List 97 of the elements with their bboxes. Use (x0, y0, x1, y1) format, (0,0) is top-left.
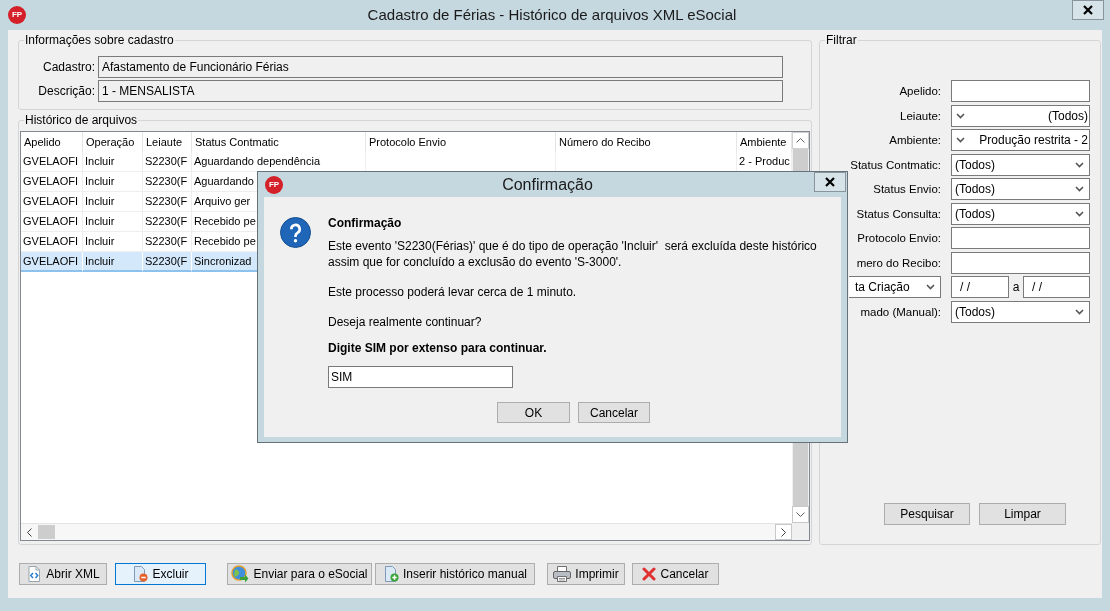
dialog-title: Confirmação (502, 174, 593, 195)
table-cell: Incluir (83, 192, 143, 212)
scrollbar-corner (792, 523, 809, 540)
chevron-down-icon (956, 137, 965, 143)
cancel-button[interactable]: Cancelar (632, 563, 719, 585)
search-button[interactable]: Pesquisar (884, 503, 970, 525)
cancel-button[interactable]: Cancelar (578, 402, 650, 423)
printer-icon (553, 566, 572, 582)
field-label: Leiaute: (900, 108, 941, 124)
close-button[interactable] (1072, 0, 1104, 20)
table-cell: S2230(F (143, 252, 192, 272)
chevron-down-icon (956, 112, 965, 119)
dropdown[interactable]: (Todos) (951, 300, 1090, 323)
table-cell: GVELAOFI (21, 152, 83, 172)
text-field[interactable]: Afastamento de Funcionário Férias (98, 56, 783, 78)
field-label: Descrição: (38, 83, 95, 100)
dialog-message: Este evento 'S2230(Férias)' que é do tipo de operação 'Incluir' será excluída deste histórico assim que for concluído a exclusão do evento 'S-3000'. (328, 238, 817, 270)
table-cell: S2230(F (143, 232, 192, 252)
table-cell: GVELAOFI (21, 192, 83, 212)
scroll-right-button[interactable] (775, 524, 792, 540)
table-cell: GVELAOFI (21, 212, 83, 232)
table-cell: S2230(F (143, 192, 192, 212)
dropdown[interactable]: (Todos) (951, 202, 1090, 225)
table-cell: GVELAOFI (21, 232, 83, 252)
table-cell: Incluir (83, 252, 143, 272)
scrollbar-thumb[interactable] (38, 525, 55, 539)
table-cell: Incluir (83, 172, 143, 192)
text-field[interactable] (951, 251, 1090, 274)
field-label: Status Contmatic: (850, 157, 941, 173)
insert-button[interactable]: Inserir histórico manual (375, 563, 535, 585)
chevron-left-icon (27, 527, 32, 537)
horizontal-scrollbar[interactable] (21, 523, 792, 540)
scroll-up-button[interactable] (792, 132, 809, 149)
question-icon (280, 217, 311, 248)
table-cell: Incluir (83, 232, 143, 252)
text-field[interactable] (951, 227, 1090, 249)
table-cell: GVELAOFI (21, 172, 83, 192)
cancel-icon (642, 567, 657, 581)
dialog-question: Deseja realmente continuar? (328, 314, 482, 330)
file-code-icon (26, 566, 43, 582)
table-cell: Incluir (83, 152, 143, 172)
date-field[interactable]: / / (951, 276, 1009, 298)
table-cell: S2230(F (143, 152, 192, 172)
send-button[interactable]: Enviar para o eSocial (227, 563, 372, 585)
print-button[interactable]: Imprimir (547, 563, 625, 585)
dropdown[interactable]: Produção restrita - 2 (951, 129, 1090, 151)
table-cell: S2230(F (143, 212, 192, 232)
chevron-down-icon (1075, 186, 1084, 192)
chevron-right-icon (781, 527, 786, 537)
chevron-down-icon (1075, 210, 1084, 217)
table-cell: Sincronizad (192, 252, 257, 272)
group-title: Informações sobre cadastro (24, 33, 175, 47)
dropdown[interactable]: (Todos) (951, 104, 1090, 127)
chevron-down-icon (1075, 161, 1084, 168)
field-label: mado (Manual): (860, 304, 941, 320)
close-button[interactable] (814, 172, 846, 192)
field-label: mero do Recibo: (856, 255, 941, 271)
text-field[interactable] (951, 80, 1090, 102)
dropdown[interactable]: (Todos) (951, 153, 1090, 176)
text-field[interactable]: 1 - MENSALISTA (98, 80, 783, 102)
document-plus-icon (382, 566, 399, 582)
chevron-down-icon (1075, 308, 1084, 315)
table-cell: GVELAOFI (21, 252, 83, 272)
close-icon (825, 177, 835, 187)
chevron-up-icon (796, 138, 805, 143)
dialog-note: Este processo poderá levar cerca de 1 minuto. (328, 284, 577, 300)
table-cell: S2230(F (143, 172, 192, 192)
dropdown[interactable]: ta Criação (849, 276, 941, 298)
field-label: Status Consulta: (856, 206, 941, 222)
chevron-down-icon (796, 512, 805, 517)
date-field[interactable]: / / (1023, 276, 1090, 298)
chevron-down-icon (926, 284, 935, 290)
dialog-prompt: Digite SIM por extenso para continuar. (328, 340, 547, 356)
clear-button[interactable]: Limpar (979, 503, 1066, 525)
range-separator: a (1012, 279, 1020, 296)
field-label: Status Envio: (873, 182, 941, 197)
table-cell: 2 - Produc (737, 152, 792, 172)
table-cell: Aguardando dependência (192, 152, 366, 172)
group-title: Filtrar (825, 33, 858, 47)
app-logo: FP (8, 6, 26, 24)
ok-button[interactable]: OK (497, 402, 570, 423)
answer-field[interactable]: SIM (328, 366, 513, 388)
field-label: Protocolo Envio: (857, 231, 941, 246)
document-minus-icon (132, 566, 149, 582)
field-label: Apelido: (899, 84, 941, 99)
dropdown[interactable]: (Todos) (951, 178, 1090, 200)
dialog-heading: Confirmação (328, 215, 402, 231)
delete-button[interactable]: Excluir (115, 563, 206, 585)
window-title: Cadastro de Férias - Histórico de arquivos XML eSocial (367, 4, 737, 25)
field-label: Cadastro: (42, 59, 95, 76)
group-title: Histórico de arquivos (24, 113, 139, 127)
open-xml-button[interactable]: Abrir XML (19, 563, 107, 585)
close-icon (1083, 5, 1093, 15)
app-logo: FP (265, 175, 283, 194)
table-cell: Incluir (83, 212, 143, 232)
field-label: Ambiente: (889, 133, 941, 148)
scroll-down-button[interactable] (792, 506, 809, 523)
